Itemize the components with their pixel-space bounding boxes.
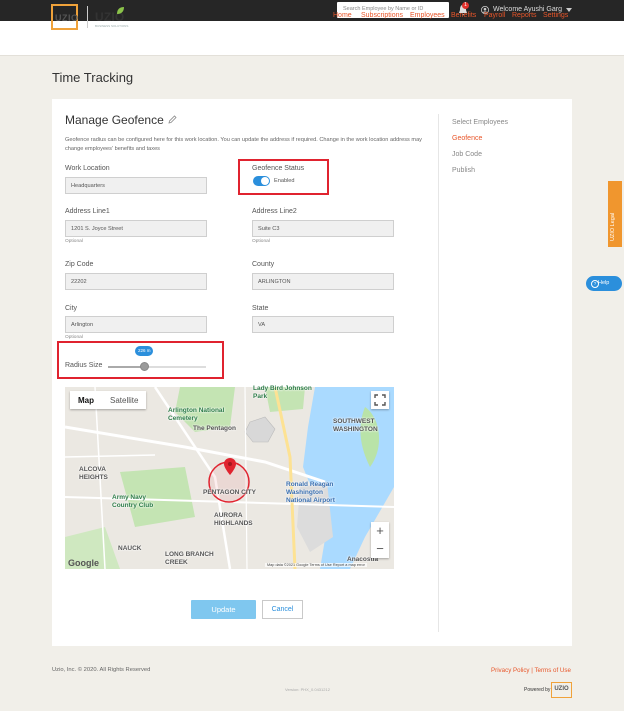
fullscreen-icon (374, 394, 386, 406)
map-label-pentagon: The Pentagon (193, 425, 236, 432)
fullscreen-button[interactable] (371, 391, 389, 409)
map-label-long-branch: LONG BRANCH CREEK (165, 551, 214, 566)
map-label-aurora: AURORA HIGHLANDS (214, 512, 253, 527)
uzio-legal-tab[interactable]: UZIO Legal (608, 181, 622, 247)
zip-code-input[interactable]: 22202 (65, 273, 207, 290)
google-logo: Google (68, 558, 99, 568)
radius-value-tooltip: 226 m (135, 346, 154, 356)
page-title: Time Tracking (52, 70, 134, 85)
map-label-alcova: ALCOVA HEIGHTS (79, 466, 108, 481)
city-input[interactable]: Arlington (65, 316, 207, 333)
radius-slider-handle[interactable] (139, 362, 149, 371)
zip-code-label: Zip Code (65, 261, 94, 268)
radius-size-label: Radius Size (65, 362, 103, 369)
state-input[interactable]: VA (252, 316, 394, 333)
step-geofence[interactable]: Geofence (452, 135, 482, 142)
logo-text: UZIO (55, 13, 79, 23)
footer-version: Version: PHX_0.0431212 (285, 687, 330, 692)
uzio-logo[interactable]: UZIO (51, 4, 78, 30)
steps-divider (438, 114, 439, 632)
map-label-arlington-cemetery: Arlington National Cemetery (168, 407, 225, 422)
pencil-icon[interactable] (168, 115, 177, 124)
help-button[interactable]: Help (586, 276, 622, 291)
map-type-control: Map Satellite (70, 391, 147, 409)
nav-settings[interactable]: Settings (543, 12, 568, 19)
footer-links[interactable]: Privacy Policy | Terms of Use (491, 667, 571, 674)
map-type-map-button[interactable]: Map (70, 391, 102, 409)
map-label-south-washington: SOUTHWEST WASHINGTON (333, 418, 378, 433)
radius-slider-fill (108, 366, 145, 368)
step-job-code[interactable]: Job Code (452, 151, 482, 158)
geofence-status-value: Enabled (274, 178, 295, 184)
update-button[interactable]: Update (191, 600, 256, 619)
legal-tab-label: UZIO Legal (610, 212, 616, 241)
zoom-in-button[interactable]: + (371, 522, 389, 540)
location-pin-icon[interactable] (224, 458, 236, 475)
notification-badge: 1 (462, 2, 469, 9)
nav-home[interactable]: Home (333, 12, 352, 19)
cancel-button[interactable]: Cancel (262, 600, 303, 619)
footer-copyright: Uzio, Inc. © 2020. All Rights Reserved (52, 667, 151, 673)
city-optional: Optional (65, 335, 83, 340)
logo-subtitle: BUSINESS SOLUTIONS (95, 24, 129, 28)
map-label-army-navy: Army Navy Country Club (112, 494, 154, 509)
map-label-pentagon-city: PENTAGON CITY (203, 489, 256, 496)
map-type-satellite-button[interactable]: Satellite (102, 391, 146, 409)
leaf-icon (117, 7, 124, 14)
address-line1-input[interactable]: 1201 S. Joyce Street (65, 220, 207, 237)
zoom-control: + − (371, 522, 389, 558)
nav-reports[interactable]: Reports (512, 12, 537, 19)
work-location-label: Work Location (65, 165, 110, 172)
nav-benefits[interactable]: Benefits (451, 12, 476, 19)
address-line2-label: Address Line2 (252, 208, 297, 215)
county-label: County (252, 261, 275, 268)
address-line2-input[interactable]: Suite C3 (252, 220, 394, 237)
powered-by-label: Powered by (524, 687, 551, 693)
nav-employees[interactable]: Employees (410, 12, 445, 19)
county-input[interactable]: ARLINGTON (252, 273, 394, 290)
map-label-reagan-airport: Ronald Reagan Washington National Airpor… (286, 481, 335, 504)
zoom-out-button[interactable]: − (371, 540, 389, 558)
card-title: Manage Geofence (65, 113, 164, 127)
map-label-johnson-park: Lady Bird Johnson Park (253, 385, 312, 400)
step-publish[interactable]: Publish (452, 167, 475, 174)
city-label: City (65, 305, 78, 312)
step-select-employees[interactable]: Select Employees (452, 119, 508, 126)
nav-subscriptions[interactable]: Subscriptions (361, 12, 403, 19)
powered-by-logo: UZIO (551, 682, 572, 698)
address-line1-optional: Optional (65, 239, 83, 244)
nav-payroll[interactable]: Payroll (484, 12, 505, 19)
map-attribution[interactable]: Map data ©2021 Google Terms of Use Repor… (265, 563, 367, 567)
address-line1-label: Address Line1 (65, 208, 110, 215)
state-label: State (252, 305, 269, 312)
geofence-description: Geofence radius can be configured here f… (65, 137, 422, 152)
geofence-status-label: Geofence Status (252, 165, 305, 172)
main-header (0, 21, 624, 56)
logo-divider (87, 6, 88, 28)
work-location-input[interactable]: Headquarters (65, 177, 207, 194)
geofence-status-toggle[interactable] (253, 176, 270, 186)
map-label-nauck: NAUCK (118, 545, 142, 552)
address-line2-optional: Optional (252, 239, 270, 244)
